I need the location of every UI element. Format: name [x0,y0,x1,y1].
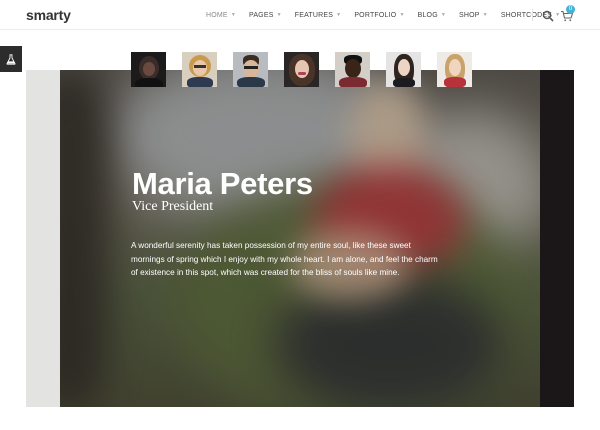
nav-item-blog[interactable]: BLOG ▼ [418,12,446,19]
site-logo[interactable]: smarty [26,7,71,23]
hero-prev-slide-peek[interactable] [26,70,60,407]
chevron-down-icon: ▼ [440,12,447,18]
nav-item-features[interactable]: FEATURES ▼ [295,12,342,19]
main-nav: HOME ▼ PAGES ▼ FEATURES ▼ PORTFOLIO ▼ BL… [206,0,573,30]
member-role: Vice President [132,199,214,214]
flask-icon [6,53,16,65]
nav-item-label: FEATURES [294,11,334,19]
hero-slide: Maria Peters Vice President A wonderful … [60,70,540,407]
hero-next-slide-peek[interactable] [540,70,574,407]
team-thumbnail-1[interactable] [131,52,166,87]
member-bio: A wonderful serenity has taken possessio… [131,241,438,277]
nav-item-home[interactable]: HOME ▼ [206,12,236,19]
member-name: Maria Peters [132,166,313,201]
cart-count-badge: 0 [566,5,575,14]
nav-item-label: SHOP [459,11,480,19]
chevron-down-icon: ▼ [399,12,405,18]
nav-item-shop[interactable]: SHOP ▼ [459,12,488,19]
nav-item-label: BLOG [417,11,438,19]
chevron-down-icon: ▼ [230,12,236,18]
chevron-down-icon: ▼ [276,12,282,18]
nav-item-portfolio[interactable]: PORTFOLIO ▼ [354,12,404,19]
style-switcher-toggle[interactable] [0,46,22,72]
team-thumbnail-2[interactable] [182,52,217,87]
nav-item-label: HOME [206,11,228,19]
nav-divider [532,9,533,21]
nav-item-label: PORTFOLIO [354,11,397,19]
search-button[interactable] [542,9,554,22]
nav-item-label: PAGES [248,11,274,19]
nav-item-pages[interactable]: PAGES ▼ [249,12,282,19]
search-icon [542,10,554,22]
team-thumbnail-6[interactable] [386,52,421,87]
team-thumbnail-7-selected[interactable] [437,52,472,87]
team-thumbnail-5[interactable] [335,52,370,87]
team-thumbnail-3[interactable] [233,52,268,87]
site-header: smarty HOME ▼ PAGES ▼ FEATURES ▼ PORTFOL… [0,0,600,30]
chevron-down-icon: ▼ [336,12,342,18]
chevron-down-icon: ▼ [482,12,488,18]
team-thumbnail-4[interactable] [284,52,319,87]
